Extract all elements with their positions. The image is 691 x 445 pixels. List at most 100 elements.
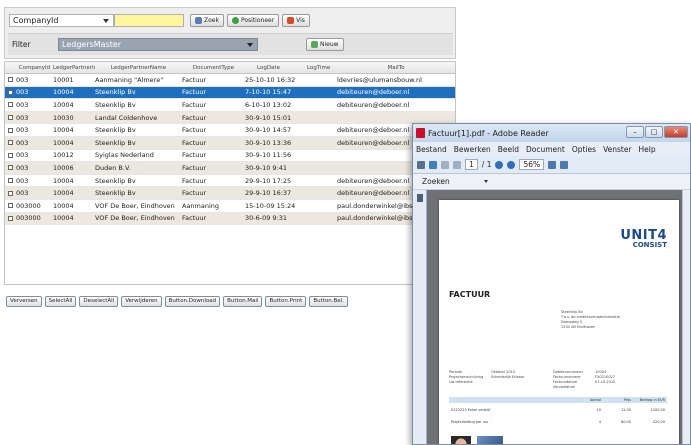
table-row[interactable]: 003000 10004 VOF De Boer, Eindhoven Factuur… <box>5 212 455 226</box>
cell-companyid: 003000 <box>16 201 41 210</box>
close-icon[interactable]: ✕ <box>664 126 688 138</box>
person-photo <box>451 436 471 444</box>
cell-doctype: Factuur <box>182 138 207 147</box>
table-row[interactable]: 003 10004 Steenklip Bv Factuur 6-10-10 13:02… <box>5 99 455 112</box>
action-bar: Verversen SelectAll DeselectAll Verwijderen… <box>6 296 348 307</box>
action-button[interactable]: Button.Print <box>265 296 307 307</box>
row-checkbox[interactable] <box>7 215 13 221</box>
invoice-cell: 320,00 <box>652 420 665 424</box>
col-logtime[interactable]: LogTime <box>307 65 337 71</box>
find-icon <box>287 16 295 24</box>
cell-logdate: 29-9-10 16:37 <box>245 189 292 198</box>
minimize-icon[interactable]: – <box>626 126 644 138</box>
row-select <box>5 203 15 209</box>
page-number-input[interactable]: 1 <box>465 159 478 170</box>
row-checkbox[interactable] <box>7 190 13 196</box>
invoice-meta-right: Debiteurnummer Factuurnummer Factuurdatum V… <box>553 370 583 390</box>
cell-logdate: 30-9-10 14:57 <box>245 126 292 135</box>
row-checkbox[interactable] <box>7 203 13 209</box>
prev-page-icon[interactable] <box>441 160 449 169</box>
reader-search[interactable]: Zoeken <box>413 174 690 190</box>
cell-partnername: Steenklip Bv <box>95 176 136 185</box>
cell-logdate: 7-10-10 15:47 <box>245 88 292 97</box>
table-row[interactable]: 003 10004 Steenklip Bv Factuur 29-9-10 16:37… <box>5 187 455 200</box>
menu-item[interactable]: Help <box>639 145 656 154</box>
cell-partnername: Aanmaning "Almere" <box>95 75 164 84</box>
action-button[interactable]: DeselectAll <box>79 296 119 307</box>
nieuw-button[interactable]: Nieuw <box>306 38 344 51</box>
row-checkbox[interactable] <box>7 152 13 158</box>
table-row[interactable]: 003 10030 Landal Coldenhove Factuur 30-9-10 … <box>5 111 455 125</box>
field-select[interactable]: CompanyId <box>9 13 114 27</box>
zoek-button[interactable]: Zoek <box>190 13 224 27</box>
table-row[interactable]: 003000 10004 VOF De Boer, Eindhoven Aanmani… <box>5 200 455 213</box>
action-button[interactable]: Button.Bel. <box>309 296 348 307</box>
invoice-meta-values: 10004 FX0210027 07-10-2010 <box>595 370 615 385</box>
fit-page-icon[interactable] <box>548 160 557 169</box>
action-button[interactable]: Button.Mail <box>223 296 263 307</box>
meta-value: 07-10-2010 <box>595 380 616 384</box>
vertical-scrollbar[interactable] <box>682 190 690 444</box>
cell-mailto: ldevries@ulumansbouw.nl <box>337 75 422 84</box>
action-button[interactable]: Verwijderen <box>121 296 162 307</box>
cell-companyid: 003 <box>16 88 29 97</box>
row-checkbox[interactable] <box>7 127 13 133</box>
navigation-pane <box>413 190 427 444</box>
fit-width-icon[interactable] <box>560 160 569 169</box>
row-checkbox[interactable] <box>7 165 13 171</box>
cell-logdate: 30-9-10 9:41 <box>245 163 288 172</box>
col-logdate[interactable]: LogDate <box>245 65 307 71</box>
filter-select[interactable]: LedgersMaster <box>58 38 258 51</box>
row-checkbox[interactable] <box>7 89 13 95</box>
cell-companyid: 003 <box>16 138 29 147</box>
action-button[interactable]: SelectAll <box>44 296 77 307</box>
zoom-in-icon[interactable] <box>507 160 516 169</box>
positioneer-button[interactable]: Positioneer <box>226 13 280 27</box>
menu-item[interactable]: Venster <box>603 145 631 154</box>
table-row[interactable]: 003 10004 Steenklip Bv Factuur 30-9-10 13:36… <box>5 136 455 150</box>
row-select <box>5 140 15 146</box>
col-partnername[interactable]: LedgerPartnerName <box>95 65 182 71</box>
search-icon <box>195 16 202 24</box>
row-checkbox[interactable] <box>7 115 13 121</box>
row-checkbox[interactable] <box>7 178 13 184</box>
table-row[interactable]: 003 10004 Steenklip Bv Factuur 30-9-10 14:57… <box>5 124 455 137</box>
page-thumbnail-icon[interactable] <box>416 194 423 202</box>
row-checkbox[interactable] <box>7 77 13 83</box>
maximize-icon[interactable]: □ <box>645 126 663 138</box>
table-row[interactable]: 003 10004 Steenklip Bv Factuur 29-9-10 17:25… <box>5 175 455 188</box>
search-input[interactable] <box>114 13 184 27</box>
table-row[interactable]: 003 10004 Steenklip Bv Factuur 7-10-10 15:47… <box>5 86 455 100</box>
invoice-cell: Projectleiding per uur <box>451 420 489 424</box>
col-doctype[interactable]: DocumentType <box>182 65 245 71</box>
table-row[interactable]: 003 10006 Duden B.V. Factuur 30-9-10 9:41 <box>5 162 455 175</box>
zoom-level[interactable]: 56% <box>519 159 545 170</box>
row-checkbox[interactable] <box>7 102 13 108</box>
next-page-icon[interactable] <box>453 160 461 169</box>
row-select <box>5 178 15 184</box>
menu-item[interactable]: Beeld <box>498 145 519 154</box>
table-row[interactable]: 003 10001 Aanmaning "Almere" Factuur 25-10-1… <box>5 74 455 87</box>
print-icon[interactable] <box>417 160 425 169</box>
menu-item[interactable]: Document <box>526 145 565 154</box>
position-icon <box>231 16 239 24</box>
row-select <box>5 190 15 196</box>
menu-item[interactable]: Bewerken <box>454 145 491 154</box>
col-partnerid[interactable]: LedgerPartnerId <box>53 65 95 71</box>
row-select <box>5 215 15 221</box>
zoom-out-icon[interactable] <box>495 160 504 169</box>
table-row[interactable]: 003 10012 Syiglas Nederland Factuur 30-9-10 … <box>5 150 455 163</box>
col-companyid[interactable]: CompanyId <box>15 65 53 71</box>
cell-logdate: 25-10-10 16:32 <box>245 75 296 84</box>
action-button[interactable]: Button.Download <box>164 296 221 307</box>
cell-companyid: 003 <box>16 75 29 84</box>
reader-titlebar: Factuur[1].pdf - Adobe Reader – □ ✕ <box>413 124 690 142</box>
share-icon[interactable] <box>429 160 437 169</box>
col-mailto[interactable]: MailTo <box>337 65 455 71</box>
action-button[interactable]: Verversen <box>6 296 42 307</box>
menu-item[interactable]: Bestand <box>416 145 447 154</box>
vis-button[interactable]: Vis <box>282 13 310 27</box>
menu-item[interactable]: Opties <box>572 145 596 154</box>
row-checkbox[interactable] <box>7 140 13 146</box>
invoice-meta-left: Periode Projectomschrijving Uw referentie <box>449 370 483 385</box>
